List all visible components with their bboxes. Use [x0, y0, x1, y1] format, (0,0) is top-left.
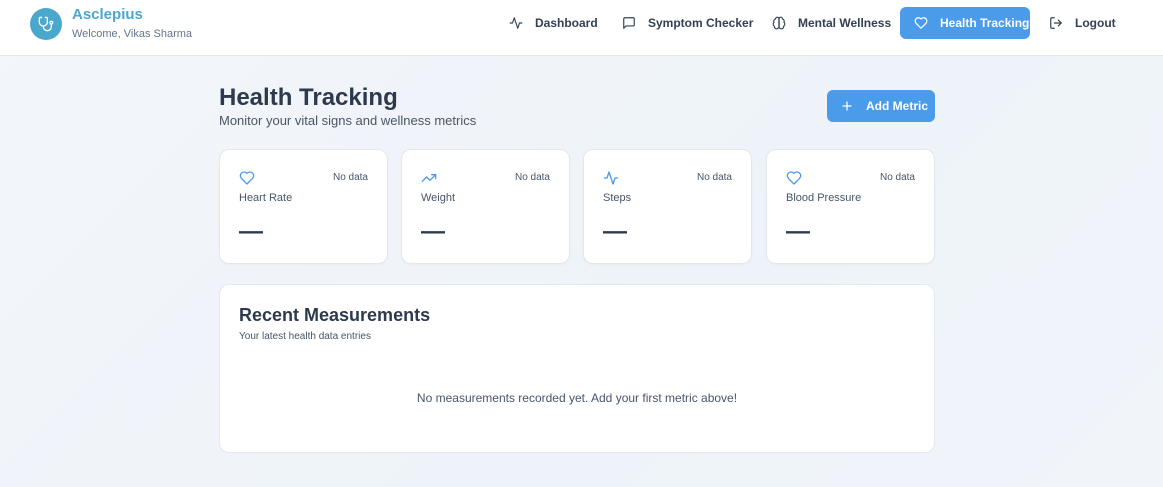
add-metric-label: Add Metric — [866, 99, 929, 113]
trending-up-icon — [421, 174, 437, 182]
metric-status: No data — [514, 172, 550, 183]
nav-symptom-checker[interactable]: Symptom Checker — [622, 7, 753, 39]
nav-logout[interactable]: Logout — [1049, 7, 1116, 39]
metric-label: Heart Rate — [239, 192, 293, 204]
page-title: Health Tracking — [219, 84, 398, 111]
app-name: Asclepius — [72, 6, 143, 23]
metric-value: — — [603, 218, 627, 245]
welcome-text: Welcome, Vikas Sharma — [72, 28, 193, 40]
plus-icon — [842, 101, 852, 111]
activity-icon — [509, 17, 523, 29]
metric-label: Weight — [421, 192, 456, 204]
nav-health-tracking[interactable]: Health Tracking — [900, 7, 1030, 39]
metric-value: — — [421, 218, 445, 245]
nav-health-tracking-label: Health Tracking — [940, 16, 1030, 30]
nav-dashboard-label: Dashboard — [535, 16, 598, 30]
message-square-icon — [623, 17, 635, 29]
recent-title: Recent Measurements — [239, 305, 431, 325]
brain-icon — [772, 16, 786, 30]
metric-label: Blood Pressure — [786, 192, 862, 204]
metric-label: Steps — [603, 192, 632, 204]
metric-value: — — [786, 218, 810, 245]
nav-logout-label: Logout — [1075, 16, 1116, 30]
metric-value: — — [239, 218, 263, 245]
nav-dashboard[interactable]: Dashboard — [509, 7, 598, 39]
nav-mental-wellness[interactable]: Mental Wellness — [772, 7, 891, 39]
metric-status: No data — [879, 172, 915, 183]
heart-icon — [786, 171, 802, 185]
top-navbar: Asclepius Welcome, Vikas Sharma Dashboar… — [0, 0, 1163, 56]
metric-card-blood-pressure[interactable]: No data Blood Pressure — — [766, 149, 935, 264]
empty-state-message: No measurements recorded yet. Add your f… — [416, 391, 738, 405]
metric-card-steps[interactable]: No data Steps — — [583, 149, 752, 264]
nav-mental-wellness-label: Mental Wellness — [798, 16, 892, 30]
heart-icon — [914, 17, 928, 29]
page-subtitle: Monitor your vital signs and wellness me… — [219, 113, 477, 128]
nav-symptom-checker-label: Symptom Checker — [648, 16, 754, 30]
metric-card-heart-rate[interactable]: No data Heart Rate — — [219, 149, 388, 264]
recent-subtitle: Your latest health data entries — [239, 331, 371, 342]
activity-icon — [603, 171, 619, 185]
metric-status: No data — [332, 172, 368, 183]
add-metric-button[interactable]: Add Metric — [827, 90, 935, 122]
metric-card-weight[interactable]: No data Weight — — [401, 149, 570, 264]
metric-status: No data — [696, 172, 732, 183]
recent-measurements-panel: Recent Measurements Your latest health d… — [219, 284, 935, 453]
brand[interactable]: Asclepius Welcome, Vikas Sharma — [30, 6, 192, 42]
logout-icon — [1050, 17, 1062, 29]
heart-icon — [239, 171, 255, 185]
stethoscope-icon — [30, 8, 62, 40]
